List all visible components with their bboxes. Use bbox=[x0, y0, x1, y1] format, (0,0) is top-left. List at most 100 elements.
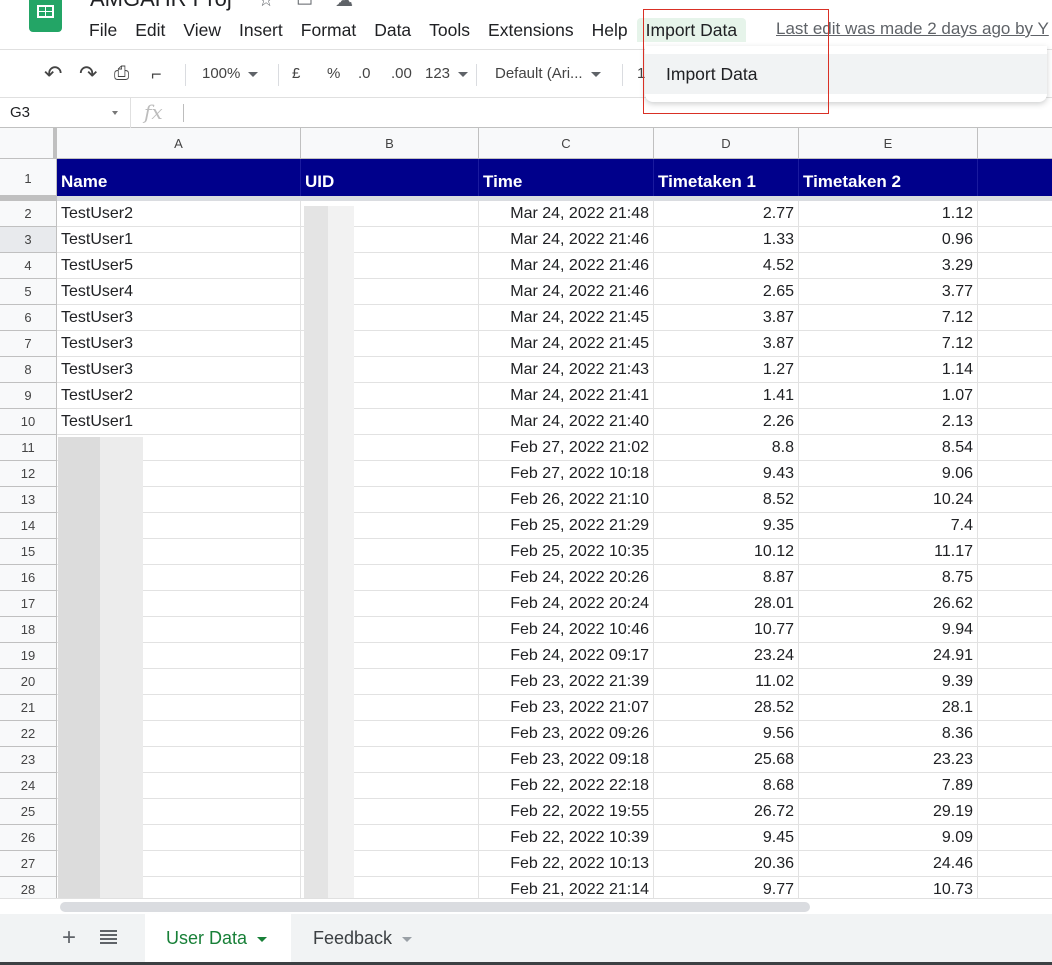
cell-timetaken-2[interactable]: 3.29 bbox=[799, 253, 978, 279]
cell-timetaken-1[interactable]: 8.8 bbox=[654, 435, 799, 461]
cell-f[interactable] bbox=[978, 279, 1052, 305]
cell-timetaken-2[interactable]: 10.24 bbox=[799, 487, 978, 513]
cell-f[interactable] bbox=[978, 201, 1052, 227]
cell-time[interactable]: Mar 24, 2022 21:43 bbox=[479, 357, 654, 383]
cell-time[interactable]: Feb 23, 2022 21:07 bbox=[479, 695, 654, 721]
all-sheets-list-icon[interactable] bbox=[100, 930, 117, 946]
menu-item-import-data[interactable]: Import Data bbox=[645, 54, 1047, 94]
cell-time[interactable]: Mar 24, 2022 21:46 bbox=[479, 227, 654, 253]
cell-timetaken-2[interactable]: 9.06 bbox=[799, 461, 978, 487]
cell-f[interactable] bbox=[978, 227, 1052, 253]
row-header-19[interactable]: 19 bbox=[0, 643, 57, 669]
row-header-9[interactable]: 9 bbox=[0, 383, 57, 409]
cell-time[interactable]: Mar 24, 2022 21:45 bbox=[479, 331, 654, 357]
cell-time[interactable]: Mar 24, 2022 21:45 bbox=[479, 305, 654, 331]
tab-menu-caret-icon[interactable] bbox=[402, 936, 413, 942]
column-header-d[interactable]: D bbox=[654, 128, 799, 159]
decrease-decimal-button[interactable]: .0 bbox=[358, 50, 371, 98]
cell-f[interactable] bbox=[978, 747, 1052, 773]
cell-f[interactable] bbox=[978, 383, 1052, 409]
cell-timetaken-2[interactable]: 1.14 bbox=[799, 357, 978, 383]
cell-time[interactable]: Feb 23, 2022 09:18 bbox=[479, 747, 654, 773]
cell-timetaken-1[interactable]: 1.27 bbox=[654, 357, 799, 383]
horizontal-scrollbar[interactable] bbox=[0, 898, 1052, 914]
row-header-11[interactable]: 11 bbox=[0, 435, 57, 461]
cell-name[interactable]: TestUser1 bbox=[57, 227, 301, 253]
row-header-15[interactable]: 15 bbox=[0, 539, 57, 565]
column-header-f[interactable] bbox=[978, 128, 1052, 159]
cell-timetaken-1[interactable]: 2.26 bbox=[654, 409, 799, 435]
cell-f[interactable] bbox=[978, 461, 1052, 487]
cell-time[interactable]: Feb 24, 2022 10:46 bbox=[479, 617, 654, 643]
spreadsheet-grid[interactable]: A B C D E 1 Name UID Time Timetaken 1 Ti… bbox=[0, 128, 1052, 898]
add-sheet-icon[interactable]: + bbox=[62, 924, 76, 952]
cell-time[interactable]: Feb 26, 2022 21:10 bbox=[479, 487, 654, 513]
cell-name[interactable]: TestUser2 bbox=[57, 201, 301, 227]
cell-name[interactable]: TestUser3 bbox=[57, 305, 301, 331]
cell-time[interactable]: Feb 24, 2022 09:17 bbox=[479, 643, 654, 669]
cell-f[interactable] bbox=[978, 565, 1052, 591]
menu-extensions[interactable]: Extensions bbox=[479, 18, 583, 42]
menu-data[interactable]: Data bbox=[365, 18, 420, 42]
cell-timetaken-2[interactable]: 8.75 bbox=[799, 565, 978, 591]
cell-timetaken-2[interactable]: 8.54 bbox=[799, 435, 978, 461]
cell-f[interactable] bbox=[978, 773, 1052, 799]
cell-time[interactable]: Mar 24, 2022 21:46 bbox=[479, 253, 654, 279]
cell-timetaken-1[interactable]: 8.52 bbox=[654, 487, 799, 513]
name-box-caret-icon[interactable] bbox=[112, 111, 118, 115]
cell-name[interactable]: TestUser1 bbox=[57, 409, 301, 435]
menu-view[interactable]: View bbox=[174, 18, 230, 42]
cell-timetaken-1[interactable]: 4.52 bbox=[654, 253, 799, 279]
cell-timetaken-2[interactable]: 29.19 bbox=[799, 799, 978, 825]
cell-timetaken-2[interactable]: 8.36 bbox=[799, 721, 978, 747]
cell-timetaken-1[interactable]: 20.36 bbox=[654, 851, 799, 877]
menu-file[interactable]: File bbox=[80, 18, 126, 42]
row-header-10[interactable]: 10 bbox=[0, 409, 57, 435]
row-header-1[interactable]: 1 bbox=[0, 159, 57, 196]
column-header-c[interactable]: C bbox=[479, 128, 654, 159]
increase-decimal-button[interactable]: .00 bbox=[391, 50, 412, 98]
row-header-5[interactable]: 5 bbox=[0, 279, 57, 305]
cell-f[interactable] bbox=[978, 877, 1052, 898]
cell-timetaken-1[interactable]: 10.12 bbox=[654, 539, 799, 565]
row-header-18[interactable]: 18 bbox=[0, 617, 57, 643]
cell-time[interactable]: Feb 22, 2022 22:18 bbox=[479, 773, 654, 799]
cell-name[interactable]: TestUser3 bbox=[57, 357, 301, 383]
menu-edit[interactable]: Edit bbox=[126, 18, 174, 42]
row-header-14[interactable]: 14 bbox=[0, 513, 57, 539]
cell-timetaken-1[interactable]: 1.41 bbox=[654, 383, 799, 409]
cell-f[interactable] bbox=[978, 305, 1052, 331]
row-header-25[interactable]: 25 bbox=[0, 799, 57, 825]
cell-timetaken-1[interactable]: 1.33 bbox=[654, 227, 799, 253]
cell-timetaken-2[interactable]: 9.39 bbox=[799, 669, 978, 695]
cell-timetaken-1[interactable]: 9.77 bbox=[654, 877, 799, 898]
cell-f[interactable] bbox=[978, 357, 1052, 383]
cell-time[interactable]: Feb 24, 2022 20:24 bbox=[479, 591, 654, 617]
cell-time[interactable]: Feb 25, 2022 21:29 bbox=[479, 513, 654, 539]
cell-f[interactable] bbox=[978, 435, 1052, 461]
cell-f[interactable] bbox=[978, 253, 1052, 279]
menu-format[interactable]: Format bbox=[292, 18, 365, 42]
column-header-b[interactable]: B bbox=[301, 128, 479, 159]
row-header-24[interactable]: 24 bbox=[0, 773, 57, 799]
cell-f[interactable] bbox=[978, 799, 1052, 825]
cell-f[interactable] bbox=[978, 851, 1052, 877]
currency-format-button[interactable]: £ bbox=[292, 50, 300, 98]
row-header-21[interactable]: 21 bbox=[0, 695, 57, 721]
cell-timetaken-1[interactable]: 9.43 bbox=[654, 461, 799, 487]
row-header-6[interactable]: 6 bbox=[0, 305, 57, 331]
cell-time[interactable]: Feb 22, 2022 19:55 bbox=[479, 799, 654, 825]
sheet-tab-user-data[interactable]: User Data bbox=[145, 914, 291, 962]
cloud-status-icon[interactable]: ☁ bbox=[335, 0, 353, 11]
menu-help[interactable]: Help bbox=[583, 18, 637, 42]
cell-timetaken-2[interactable]: 1.12 bbox=[799, 201, 978, 227]
font-select[interactable]: Default (Ari... bbox=[495, 50, 601, 98]
cell-f[interactable] bbox=[978, 617, 1052, 643]
cell-time[interactable]: Mar 24, 2022 21:46 bbox=[479, 279, 654, 305]
row-header-28[interactable]: 28 bbox=[0, 877, 57, 898]
cell-timetaken-2[interactable]: 28.1 bbox=[799, 695, 978, 721]
cell-name[interactable]: TestUser3 bbox=[57, 331, 301, 357]
row-header-17[interactable]: 17 bbox=[0, 591, 57, 617]
cell-timetaken-2[interactable]: 7.12 bbox=[799, 305, 978, 331]
cell-timetaken-2[interactable]: 9.94 bbox=[799, 617, 978, 643]
